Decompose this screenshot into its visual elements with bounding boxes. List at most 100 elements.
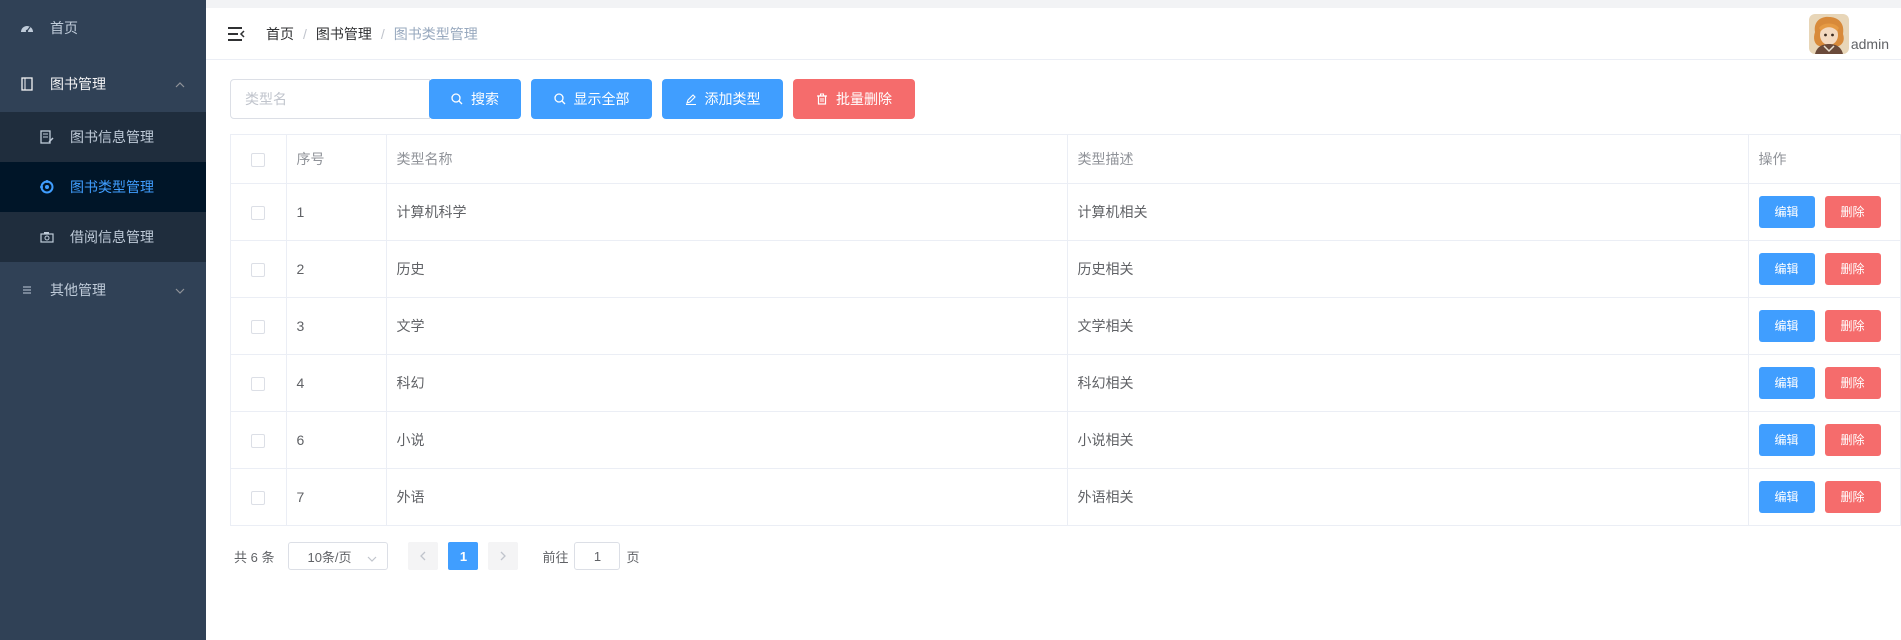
- sidebar-submenu: 图书信息管理 图书类型管理 借阅信息管理: [0, 112, 206, 262]
- header-no: 序号: [286, 135, 387, 184]
- header-type-desc: 类型描述: [1067, 135, 1749, 184]
- row-select-cell: [231, 468, 287, 525]
- cell-ops: 编辑 删除: [1748, 468, 1901, 525]
- avatar[interactable]: [1808, 14, 1849, 54]
- delete-button[interactable]: 删除: [1824, 480, 1881, 513]
- sidebar-item-home[interactable]: 首页: [0, 0, 206, 56]
- breadcrumb-separator: /: [303, 25, 307, 42]
- batch-delete-button[interactable]: 批量删除: [793, 79, 915, 119]
- batch-delete-button-label: 批量删除: [836, 91, 892, 107]
- navbar: 首页 / 图书管理 / 图书类型管理 admin: [206, 0, 1901, 60]
- search-icon: [553, 93, 566, 105]
- header-type-name: 类型名称: [386, 135, 1068, 184]
- delete-button[interactable]: 删除: [1824, 366, 1881, 399]
- table-row: 3 文学 文学相关 编辑 删除: [231, 297, 1901, 355]
- user-menu[interactable]: admin: [1808, 14, 1889, 54]
- goto-suffix: 页: [626, 549, 640, 565]
- cell-type-name: 外语: [386, 468, 1068, 525]
- list-icon: [20, 283, 34, 297]
- edit-icon: [685, 93, 697, 105]
- delete-button[interactable]: 删除: [1824, 252, 1881, 285]
- table-body: 1 计算机科学 计算机相关 编辑 删除 2 历史 历史相关 编辑 删除 3 文学 文学相关 编辑 删除 4 科幻…: [231, 183, 1901, 525]
- sidebar-item-label: 借阅信息管理: [70, 229, 154, 245]
- sidebar-item-book-management[interactable]: 图书管理: [0, 56, 206, 112]
- sidebar-item-label: 图书类型管理: [70, 179, 154, 195]
- goto-page-input[interactable]: [574, 542, 621, 570]
- sidebar: 首页 图书管理 图书信息管理 图书类型管理 借阅信息管理 其他管理: [0, 0, 206, 640]
- row-checkbox[interactable]: [251, 262, 266, 277]
- chevron-down-icon: [174, 284, 186, 296]
- cell-type-name: 历史: [386, 240, 1068, 298]
- edit-button[interactable]: 编辑: [1758, 195, 1815, 228]
- search-button-label: 搜索: [471, 91, 499, 107]
- cell-ops: 编辑 删除: [1748, 354, 1901, 412]
- row-checkbox[interactable]: [251, 490, 266, 505]
- cell-no: 7: [286, 468, 387, 525]
- header-ops: 操作: [1748, 135, 1901, 184]
- book-type-table: 序号 类型名称 类型描述 操作 1 计算机科学 计算机相关 编辑 删除 2 历史 历史相关 编辑…: [230, 134, 1901, 526]
- cell-no: 3: [286, 297, 387, 355]
- add-type-button[interactable]: 添加类型: [662, 79, 783, 119]
- next-page-button[interactable]: [488, 542, 519, 570]
- table-row: 1 计算机科学 计算机相关 编辑 删除: [231, 183, 1901, 241]
- sidebar-item-other-management[interactable]: 其他管理: [0, 262, 206, 318]
- page-size-select[interactable]: 10条/页: [288, 542, 389, 570]
- add-type-button-label: 添加类型: [704, 91, 761, 107]
- cell-ops: 编辑 删除: [1748, 183, 1901, 241]
- cell-type-desc: 计算机相关: [1067, 183, 1749, 241]
- page-jumper: 前往 页: [542, 542, 640, 570]
- sidebar-item-label: 图书管理: [50, 76, 106, 92]
- chevron-left-icon: [420, 551, 426, 561]
- cell-ops: 编辑 删除: [1748, 240, 1901, 298]
- cell-type-name: 计算机科学: [386, 183, 1068, 241]
- row-select-cell: [231, 240, 287, 298]
- table-row: 4 科幻 科幻相关 编辑 删除: [231, 354, 1901, 412]
- page-number-current[interactable]: 1: [448, 542, 479, 570]
- row-checkbox[interactable]: [251, 205, 266, 220]
- category-icon: [40, 180, 54, 194]
- cell-type-name: 小说: [386, 411, 1068, 469]
- sidebar-item-book-info[interactable]: 图书信息管理: [0, 112, 206, 162]
- breadcrumb-book-management[interactable]: 图书管理: [316, 24, 372, 44]
- edit-button[interactable]: 编辑: [1758, 366, 1815, 399]
- row-select-cell: [231, 297, 287, 355]
- dashboard-icon: [20, 21, 34, 35]
- cell-type-desc: 小说相关: [1067, 411, 1749, 469]
- select-all-checkbox[interactable]: [251, 152, 266, 167]
- row-checkbox[interactable]: [251, 433, 266, 448]
- edit-button[interactable]: 编辑: [1758, 423, 1815, 456]
- hamburger-icon[interactable]: [226, 24, 246, 44]
- breadcrumb: 首页 / 图书管理 / 图书类型管理: [266, 24, 478, 44]
- cell-type-desc: 文学相关: [1067, 297, 1749, 355]
- prev-page-button[interactable]: [408, 542, 439, 570]
- search-button[interactable]: 搜索: [429, 79, 521, 119]
- select-all-cell: [231, 135, 287, 184]
- table-row: 6 小说 小说相关 编辑 删除: [231, 411, 1901, 469]
- edit-button[interactable]: 编辑: [1758, 480, 1815, 513]
- row-select-cell: [231, 354, 287, 412]
- sidebar-item-book-type[interactable]: 图书类型管理: [0, 162, 206, 212]
- row-select-cell: [231, 411, 287, 469]
- row-checkbox[interactable]: [251, 376, 266, 391]
- sidebar-item-borrow-info[interactable]: 借阅信息管理: [0, 212, 206, 262]
- cell-type-desc: 历史相关: [1067, 240, 1749, 298]
- show-all-button-label: 显示全部: [573, 91, 630, 107]
- table-row: 7 外语 外语相关 编辑 删除: [231, 468, 1901, 525]
- edit-button[interactable]: 编辑: [1758, 252, 1815, 285]
- username: admin: [1850, 36, 1889, 52]
- delete-button[interactable]: 删除: [1824, 423, 1881, 456]
- book-icon: [20, 77, 34, 91]
- delete-button[interactable]: 删除: [1824, 309, 1881, 342]
- chevron-down-icon: [367, 552, 377, 567]
- sidebar-item-label: 其他管理: [50, 282, 106, 298]
- cell-type-desc: 外语相关: [1067, 468, 1749, 525]
- breadcrumb-home[interactable]: 首页: [266, 24, 294, 44]
- chevron-right-icon: [501, 551, 507, 561]
- delete-button[interactable]: 删除: [1824, 195, 1881, 228]
- row-checkbox[interactable]: [251, 319, 266, 334]
- type-name-search-input[interactable]: [230, 79, 430, 119]
- pagination: 共 6 条 10条/页 1 前往 页: [234, 542, 640, 570]
- edit-button[interactable]: 编辑: [1758, 309, 1815, 342]
- search-icon: [451, 93, 463, 105]
- show-all-button[interactable]: 显示全部: [531, 79, 652, 119]
